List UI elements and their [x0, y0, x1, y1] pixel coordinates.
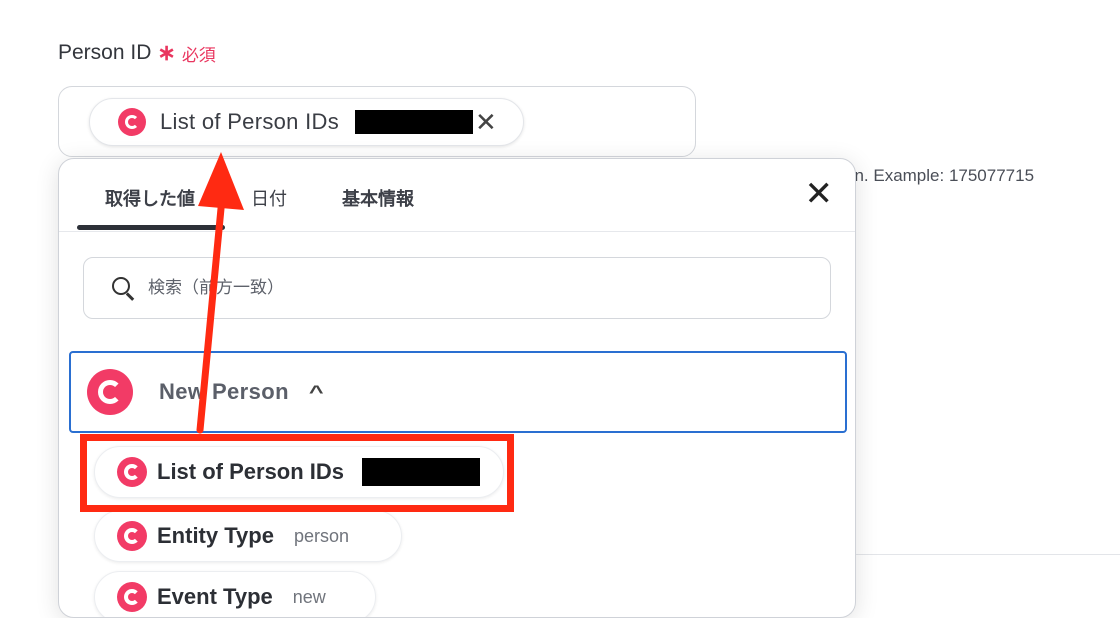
- chip-remove-icon[interactable]: ✕: [475, 109, 497, 135]
- group-header-new-person[interactable]: New Person ^: [69, 351, 847, 433]
- search-input[interactable]: [146, 277, 750, 299]
- required-asterisk-icon: ∗: [157, 40, 176, 65]
- group-title: New Person: [159, 379, 289, 404]
- tab-basic-info[interactable]: 基本情報: [342, 185, 414, 211]
- field-label: Person ID ∗ 必須: [58, 40, 216, 66]
- field-hint-text: on. Example: 175077715: [845, 166, 1035, 185]
- value-picker-panel: 取得した値 日付 基本情報 ✕ New Person ^ List of Per…: [58, 158, 856, 618]
- selected-value-chip[interactable]: List of Person IDs ✕: [89, 98, 524, 146]
- divider: [856, 554, 1120, 555]
- search-icon: [112, 277, 135, 301]
- redacted-block: [355, 110, 474, 134]
- chevron-up-icon: ^: [308, 381, 324, 402]
- item-label: Event Type: [157, 584, 273, 609]
- app-logo-icon: [117, 521, 147, 551]
- chip-label: List of Person IDs: [160, 109, 340, 134]
- list-item[interactable]: Event Type new: [94, 571, 376, 617]
- active-tab-indicator: [77, 225, 225, 230]
- search-box: [83, 257, 831, 319]
- annotation-highlight-box: [80, 434, 514, 512]
- item-value: person: [293, 525, 349, 546]
- tab-bar: 取得した値 日付 基本情報 ✕: [59, 159, 855, 232]
- app-logo-icon: [87, 369, 133, 415]
- close-icon[interactable]: ✕: [805, 177, 834, 211]
- list-item[interactable]: Entity Type person: [94, 510, 402, 562]
- tab-retrieved-values[interactable]: 取得した値: [105, 185, 195, 211]
- app-logo-icon: [118, 108, 146, 136]
- tab-date[interactable]: 日付: [251, 185, 287, 211]
- person-id-input[interactable]: List of Person IDs ✕: [58, 86, 696, 157]
- field-label-text: Person ID: [58, 41, 152, 64]
- app-logo-icon: [117, 582, 147, 612]
- item-value: new: [292, 586, 326, 607]
- item-label: Entity Type: [157, 523, 274, 548]
- required-text: 必須: [181, 45, 216, 65]
